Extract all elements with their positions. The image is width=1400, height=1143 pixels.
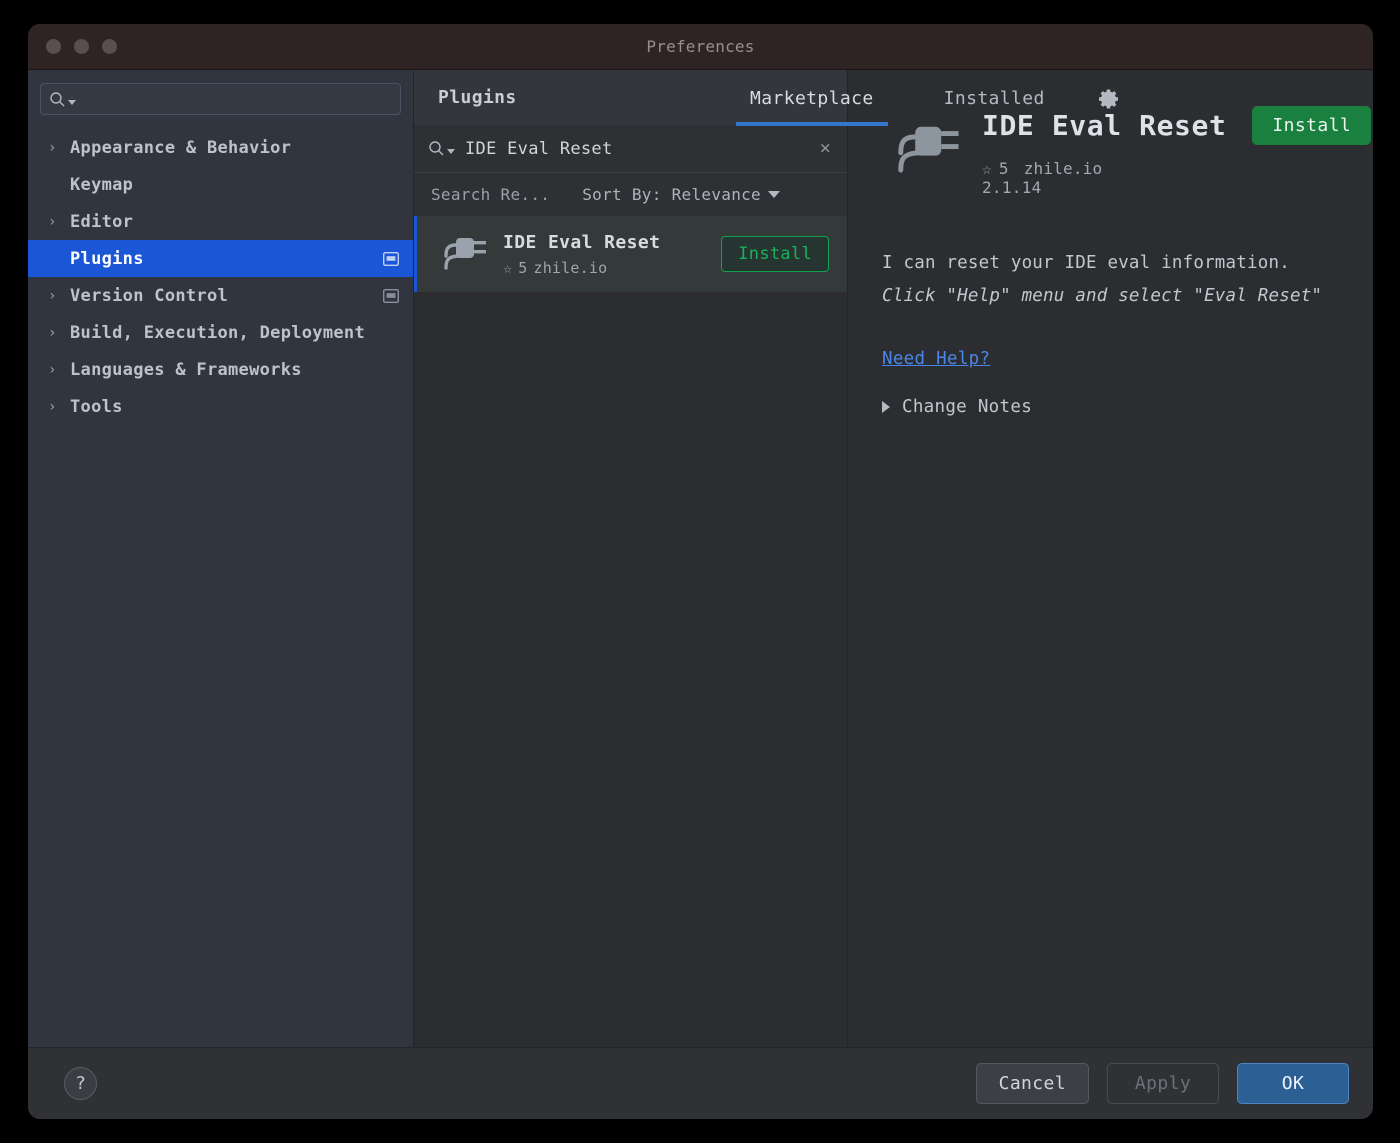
plugin-description-line1: I can reset your IDE eval information. bbox=[882, 253, 1290, 273]
sidebar-item-label: Appearance & Behavior bbox=[70, 137, 292, 158]
window-body: › Appearance & Behavior Keymap › Editor … bbox=[28, 70, 1373, 1047]
install-button[interactable]: Install bbox=[721, 236, 829, 272]
ok-button[interactable]: OK bbox=[1237, 1063, 1349, 1104]
apply-button[interactable]: Apply bbox=[1107, 1063, 1219, 1104]
plugin-description: I can reset your IDE eval information. C… bbox=[882, 247, 1339, 313]
preferences-window: Preferences Marketplace Installed › Appe… bbox=[28, 24, 1373, 1119]
sort-by-label: Sort By: Relevance bbox=[582, 185, 761, 204]
plugin-vendor: zhile.io bbox=[533, 258, 608, 277]
minimize-button-dot[interactable] bbox=[74, 39, 89, 54]
sidebar-item-label: Build, Execution, Deployment bbox=[70, 322, 365, 343]
sidebar-item-editor[interactable]: › Editor bbox=[28, 203, 413, 240]
plugin-rating-vendor: ☆ 5 zhile.io bbox=[503, 259, 705, 277]
sidebar-item-keymap[interactable]: Keymap bbox=[28, 166, 413, 203]
chevron-down-icon bbox=[447, 149, 455, 154]
sidebar-item-version-control[interactable]: › Version Control bbox=[28, 277, 413, 314]
plugin-vendor: zhile.io bbox=[1023, 159, 1103, 178]
list-item-meta: IDE Eval Reset ☆ 5 zhile.io bbox=[503, 232, 705, 277]
dialog-footer: ? Cancel Apply OK bbox=[28, 1047, 1373, 1119]
change-notes-label: Change Notes bbox=[902, 397, 1033, 417]
gear-icon bbox=[1098, 89, 1118, 108]
tab-marketplace[interactable]: Marketplace bbox=[736, 71, 888, 126]
sidebar-item-label: Plugins bbox=[70, 248, 144, 269]
plugin-description-italic: Click "Help" menu and select "Eval Reset… bbox=[882, 286, 1323, 306]
clear-search-icon[interactable]: × bbox=[820, 139, 831, 158]
change-notes-toggle[interactable]: Change Notes bbox=[882, 397, 1339, 417]
plugin-settings-button[interactable] bbox=[1097, 71, 1121, 126]
plugin-name: IDE Eval Reset bbox=[503, 231, 661, 253]
search-icon bbox=[49, 91, 76, 108]
chevron-down-icon bbox=[768, 191, 780, 198]
sidebar-item-build-execution-deployment[interactable]: › Build, Execution, Deployment bbox=[28, 314, 413, 351]
sidebar-item-label: Keymap bbox=[70, 174, 134, 195]
install-button[interactable]: Install bbox=[1252, 106, 1372, 145]
tab-installed[interactable]: Installed bbox=[930, 71, 1059, 126]
sort-by-dropdown[interactable]: Sort By: Relevance bbox=[582, 185, 780, 204]
plugin-version: 2.1.14 bbox=[982, 178, 1042, 197]
window-badge-icon bbox=[383, 251, 399, 266]
plugin-rating-value: 5 bbox=[518, 258, 528, 277]
settings-sidebar: › Appearance & Behavior Keymap › Editor … bbox=[28, 70, 414, 1047]
window-badge-icon bbox=[383, 288, 399, 303]
plugins-list-panel: Plugins IDE Eval Reset × Search Re... So… bbox=[414, 70, 848, 1047]
plugin-search-field[interactable]: IDE Eval Reset × bbox=[414, 125, 847, 173]
tab-installed-label: Installed bbox=[943, 88, 1045, 109]
chevron-right-icon: › bbox=[48, 398, 57, 415]
close-button-dot[interactable] bbox=[46, 39, 61, 54]
sidebar-item-label: Tools bbox=[70, 396, 123, 417]
zoom-button-dot[interactable] bbox=[102, 39, 117, 54]
sidebar-item-plugins[interactable]: Plugins bbox=[28, 240, 413, 277]
star-icon: ☆ bbox=[503, 258, 513, 277]
sidebar-item-label: Languages & Frameworks bbox=[70, 359, 302, 380]
chevron-right-icon: › bbox=[48, 324, 57, 341]
list-item[interactable]: IDE Eval Reset ☆ 5 zhile.io Install bbox=[414, 216, 847, 292]
help-button[interactable]: ? bbox=[64, 1067, 97, 1100]
chevron-down-icon bbox=[68, 99, 76, 105]
sidebar-search-field[interactable] bbox=[40, 83, 401, 115]
sidebar-item-appearance-behavior[interactable]: › Appearance & Behavior bbox=[28, 129, 413, 166]
title-bar: Preferences bbox=[28, 24, 1373, 70]
chevron-right-icon: › bbox=[48, 139, 57, 156]
sidebar-item-label: Version Control bbox=[70, 285, 229, 306]
star-icon: ☆ bbox=[982, 159, 992, 178]
chevron-right-icon: › bbox=[48, 287, 57, 304]
cancel-button[interactable]: Cancel bbox=[975, 1063, 1089, 1104]
chevron-right-icon bbox=[882, 401, 890, 413]
need-help-link[interactable]: Need Help? bbox=[882, 349, 1339, 369]
sidebar-item-tools[interactable]: › Tools bbox=[28, 388, 413, 425]
settings-tree: › Appearance & Behavior Keymap › Editor … bbox=[28, 125, 413, 1047]
chevron-right-icon: › bbox=[48, 213, 57, 230]
chevron-right-icon: › bbox=[48, 361, 57, 378]
plugins-results-toolbar: Search Re... Sort By: Relevance bbox=[414, 173, 847, 216]
plugin-search-value[interactable]: IDE Eval Reset bbox=[465, 139, 810, 159]
window-title: Preferences bbox=[646, 37, 755, 56]
footer-button-group: Cancel Apply OK bbox=[975, 1063, 1349, 1104]
plug-icon bbox=[433, 225, 487, 283]
plugins-results-list: IDE Eval Reset ☆ 5 zhile.io Install bbox=[414, 216, 847, 1047]
plugin-rating-vendor: ☆ 5 zhile.io bbox=[982, 159, 1339, 178]
tab-marketplace-label: Marketplace bbox=[750, 88, 874, 109]
sidebar-item-languages-frameworks[interactable]: › Languages & Frameworks bbox=[28, 351, 413, 388]
plugin-rating-value: 5 bbox=[998, 159, 1009, 178]
traffic-lights bbox=[46, 39, 117, 54]
sidebar-item-label: Editor bbox=[70, 211, 134, 232]
search-results-label[interactable]: Search Re... bbox=[431, 185, 550, 204]
search-icon bbox=[428, 140, 455, 157]
plugin-detail-panel: IDE Eval Reset Install ☆ 5 zhile.io 2.1.… bbox=[848, 70, 1373, 1047]
